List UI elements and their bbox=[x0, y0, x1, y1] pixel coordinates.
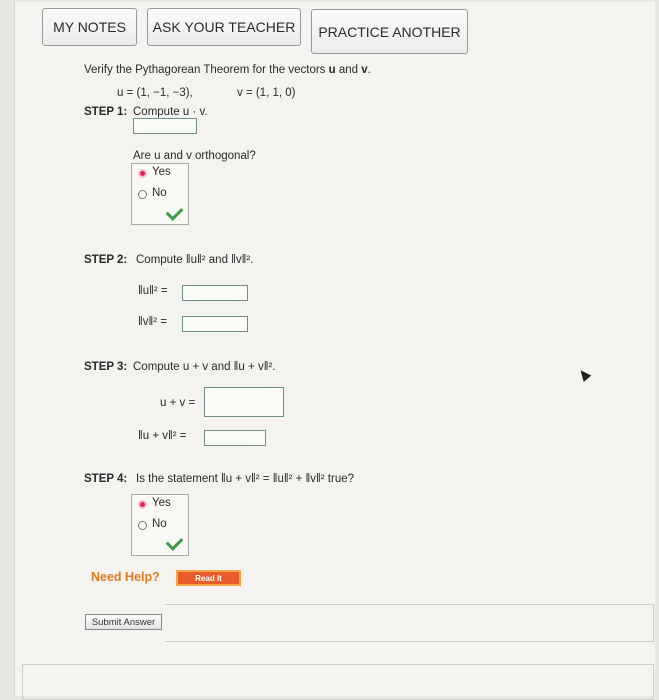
step1-label: STEP 1: bbox=[84, 106, 128, 118]
sum-norm-input[interactable] bbox=[204, 430, 266, 446]
statement-yes-radio[interactable] bbox=[138, 500, 147, 509]
v-norm-label: ‖v‖² = bbox=[138, 316, 167, 328]
problem-statement: Verify the Pythagorean Theorem for the v… bbox=[84, 64, 371, 76]
step4-question: Is the statement ‖u + v‖² = ‖u‖² + ‖v‖² … bbox=[136, 473, 355, 485]
sum-label: u + v = bbox=[160, 397, 196, 409]
read-it-button[interactable]: Read It bbox=[176, 570, 241, 586]
statement-yes-label: Yes bbox=[152, 497, 171, 509]
step2-label: STEP 2: bbox=[84, 254, 128, 266]
statement-no-radio[interactable] bbox=[138, 521, 147, 530]
practice-another-button[interactable]: PRACTICE ANOTHER bbox=[311, 9, 468, 54]
sum-norm-label: ‖u + v‖² = bbox=[138, 430, 187, 442]
orthogonal-no-label: No bbox=[152, 187, 167, 199]
u-norm-label: ‖u‖² = bbox=[138, 285, 168, 297]
orthogonal-yes-radio[interactable] bbox=[138, 169, 147, 178]
v-definition: v = (1, 1, 0) bbox=[237, 87, 296, 99]
and-text: and bbox=[338, 64, 359, 76]
dot-product-input[interactable] bbox=[133, 118, 197, 134]
ask-teacher-button[interactable]: ASK YOUR TEACHER bbox=[147, 8, 301, 46]
step3-instruction: Compute u + v and ‖u + v‖². bbox=[133, 361, 276, 373]
orthogonal-question: Are u and v orthogonal? bbox=[133, 150, 256, 162]
sum-input[interactable] bbox=[204, 387, 284, 417]
next-question-frame bbox=[22, 664, 654, 700]
orthogonal-yes-label: Yes bbox=[152, 166, 171, 178]
orthogonal-no-radio[interactable] bbox=[138, 190, 147, 199]
u-norm-input[interactable] bbox=[182, 285, 248, 301]
statement-no-label: No bbox=[152, 518, 167, 530]
u-definition: u = (1, −1, −3), bbox=[117, 87, 193, 99]
v-norm-input[interactable] bbox=[182, 316, 248, 332]
need-help-label: Need Help? bbox=[91, 570, 160, 584]
step2-instruction: Compute ‖u‖² and ‖v‖². bbox=[136, 254, 254, 266]
footer-frame bbox=[165, 604, 654, 642]
problem-intro: Verify the Pythagorean Theorem for the v… bbox=[84, 64, 326, 76]
submit-answer-button[interactable]: Submit Answer bbox=[85, 614, 162, 630]
my-notes-button[interactable]: MY NOTES bbox=[42, 8, 137, 46]
step3-label: STEP 3: bbox=[84, 361, 128, 373]
step4-label: STEP 4: bbox=[84, 473, 128, 485]
u-symbol: u bbox=[328, 64, 336, 76]
step1-instruction: Compute u · v. bbox=[133, 106, 208, 118]
period-text: . bbox=[367, 64, 371, 76]
